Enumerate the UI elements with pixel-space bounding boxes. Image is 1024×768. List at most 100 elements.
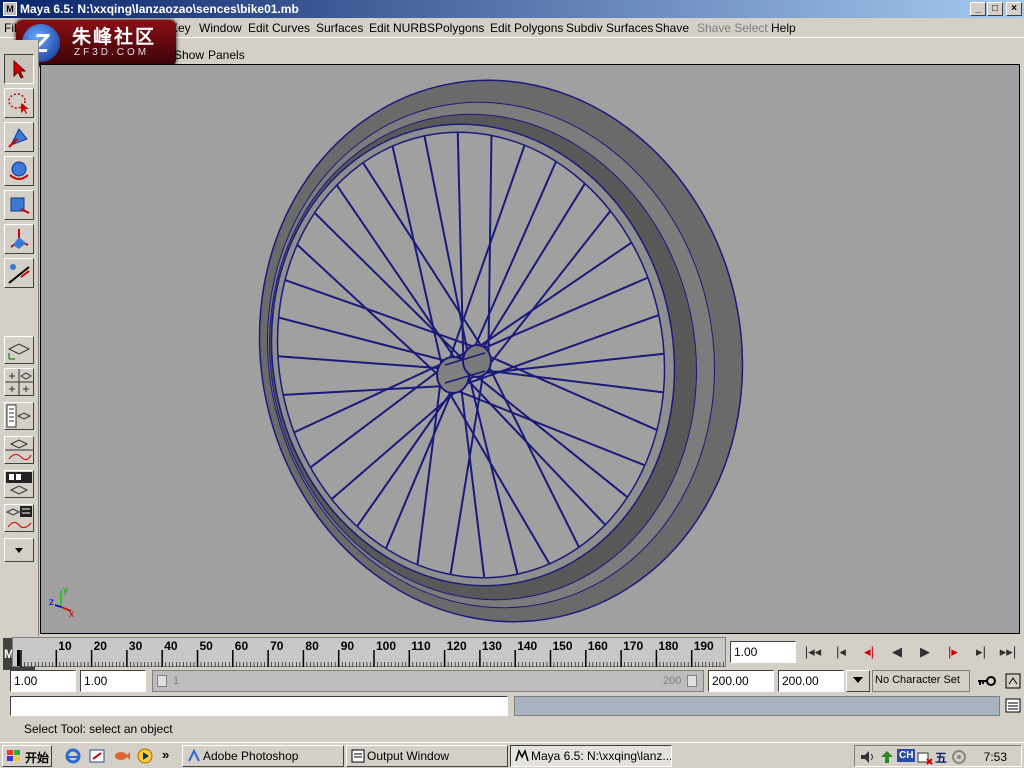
photoshop-icon — [188, 749, 200, 762]
ime-language-indicator[interactable]: CH — [897, 749, 916, 762]
last-tool-icon — [8, 264, 30, 284]
menu-shave-select[interactable]: Shave Select — [697, 21, 768, 35]
command-line-input[interactable] — [10, 696, 508, 716]
manipulator-tool-button[interactable] — [4, 224, 34, 254]
panel-menu-panels[interactable]: Panels — [208, 48, 245, 62]
time-tick-label: 90 — [341, 639, 355, 653]
hypershade-icon — [6, 472, 32, 495]
menu-polygons[interactable]: Polygons — [435, 21, 484, 35]
menu-help[interactable]: Help — [771, 21, 796, 35]
quicklaunch-ie[interactable] — [64, 747, 82, 765]
task-maya[interactable]: Maya 6.5: N:\xxqing\lanz... — [510, 745, 672, 767]
range-start-handle[interactable] — [157, 675, 167, 687]
script-editor-button[interactable] — [1004, 696, 1022, 716]
play-forward-button[interactable]: ▶ — [912, 641, 938, 663]
hub-right — [462, 344, 492, 378]
playback-end-field[interactable]: 200.00 — [708, 670, 774, 692]
time-tick-label: 60 — [235, 639, 249, 653]
playback-start-field[interactable]: 1.00 — [80, 670, 146, 692]
task-label: Maya 6.5: N:\xxqing\lanz... — [531, 749, 672, 763]
maximize-button[interactable]: □ — [987, 2, 1003, 16]
menu-edit-nurbs[interactable]: Edit NURBS — [369, 21, 435, 35]
anim-prefs-button[interactable] — [1004, 670, 1022, 692]
watermark-chinese-text: 朱峰社区 — [72, 26, 157, 48]
quicklaunch-more-button[interactable]: » — [162, 747, 169, 762]
time-tick-label: 110 — [411, 639, 431, 653]
range-end-handle[interactable] — [687, 675, 697, 687]
time-tick-label: 10 — [58, 639, 72, 653]
rotate-tool-button[interactable] — [4, 156, 34, 186]
output-window-icon — [351, 749, 365, 763]
quicklaunch-desktop[interactable] — [88, 747, 106, 765]
task-adobe-photoshop[interactable]: Adobe Photoshop — [182, 745, 344, 767]
ime-wubi-indicator[interactable]: 五 — [935, 749, 947, 766]
quicklaunch-media-player[interactable] — [136, 747, 154, 765]
start-button[interactable]: 开始 — [2, 745, 52, 767]
task-label: Adobe Photoshop — [203, 749, 299, 763]
auto-key-button[interactable] — [974, 670, 1000, 692]
select-tool-button[interactable] — [4, 54, 34, 84]
range-start-label: 1 — [173, 675, 180, 687]
go-to-start-button[interactable]: |◂◂ — [800, 641, 826, 663]
step-forward-frame-button[interactable]: |▸ — [940, 641, 966, 663]
maya-app-icon[interactable]: M — [3, 2, 17, 16]
volume-icon[interactable] — [859, 749, 875, 765]
menu-window[interactable]: Window — [199, 21, 242, 35]
persp-graph-icon — [5, 439, 33, 461]
end-time-field[interactable]: 200.00 — [778, 670, 844, 692]
menu-edit-polygons[interactable]: Edit Polygons — [490, 21, 563, 35]
minimize-button[interactable]: _ — [970, 2, 986, 16]
menu-subdiv-surfaces[interactable]: Subdiv Surfaces — [566, 21, 653, 35]
persp-graph-layout-button[interactable] — [4, 436, 34, 464]
window-title-bar[interactable]: M Maya 6.5: N:\xxqing\lanzaozao\sences\b… — [0, 0, 1024, 18]
time-tick-label: 30 — [129, 639, 143, 653]
toolbox: Maya — [0, 40, 39, 670]
range-slider[interactable]: 1 200 — [152, 670, 704, 692]
lasso-tool-button[interactable] — [4, 88, 34, 118]
character-set-label[interactable]: No Character Set — [872, 670, 970, 692]
current-time-marker[interactable] — [17, 650, 20, 666]
time-tick-label: 130 — [482, 639, 502, 653]
time-tick-label: 150 — [553, 639, 573, 653]
four-view-layout-button[interactable] — [4, 368, 34, 396]
key-icon — [978, 676, 996, 686]
start-time-field[interactable]: 1.00 — [10, 670, 76, 692]
play-backward-button[interactable]: ◀ — [884, 641, 910, 663]
character-set-dropdown-button[interactable] — [846, 670, 870, 692]
hypershade-layout-button[interactable] — [4, 470, 34, 498]
step-back-frame-button[interactable]: ◂| — [856, 641, 882, 663]
menu-surfaces[interactable]: Surfaces — [316, 21, 363, 35]
time-tick-label: 100 — [376, 639, 396, 653]
persp-outliner-layout-button[interactable] — [4, 504, 34, 532]
ime-toolbar-icon[interactable] — [917, 749, 933, 765]
step-forward-key-button[interactable]: ▸| — [968, 641, 994, 663]
time-tick-label: 120 — [447, 639, 467, 653]
script-editor-icon — [1005, 698, 1021, 713]
quicklaunch-app[interactable] — [112, 747, 130, 765]
settings-icon[interactable] — [951, 749, 967, 765]
time-tick-label: 170 — [623, 639, 643, 653]
step-back-key-button[interactable]: |◂ — [828, 641, 854, 663]
single-view-layout-button[interactable] — [4, 336, 34, 364]
time-tick-label: 20 — [94, 639, 108, 653]
current-time-field[interactable]: 1.00 — [730, 641, 796, 663]
menu-shave[interactable]: Shave — [655, 21, 689, 35]
panel-menu-show[interactable]: Show — [174, 48, 204, 62]
time-slider[interactable]: 10 20 30 40 50 60 70 80 90 100 110 120 130 140 150 160 1… — [12, 637, 726, 667]
range-end-label: 200 — [663, 675, 682, 687]
last-tool-button[interactable] — [4, 258, 34, 288]
lasso-icon — [8, 93, 29, 114]
internet-explorer-icon — [65, 748, 81, 764]
scale-tool-button[interactable] — [4, 190, 34, 220]
axis-gizmo: y x z — [49, 585, 74, 619]
menu-edit-curves[interactable]: Edit Curves — [248, 21, 310, 35]
outliner-persp-layout-button[interactable] — [4, 402, 34, 430]
layout-menu-button[interactable] — [4, 538, 34, 562]
network-icon[interactable] — [879, 749, 895, 765]
move-tool-button[interactable] — [4, 122, 34, 152]
help-line: Select Tool: select an object — [0, 718, 1024, 740]
task-output-window[interactable]: Output Window — [346, 745, 508, 767]
perspective-viewport[interactable]: y x z — [40, 64, 1020, 634]
close-button[interactable]: × — [1006, 2, 1022, 16]
go-to-end-button[interactable]: ▸▸| — [994, 641, 1022, 663]
